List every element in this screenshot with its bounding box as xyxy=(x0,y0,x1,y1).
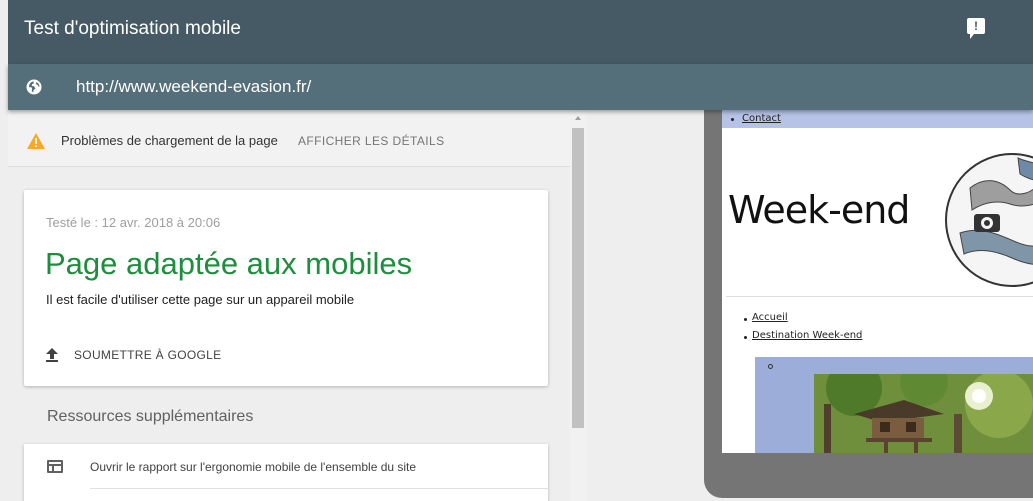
preview-nav-destination[interactable]: Destination Week-end xyxy=(752,330,862,341)
phone-screen[interactable]: Contact Week-end Accueil Destination Wee… xyxy=(722,110,1033,453)
test-timestamp: Testé le : 12 avr. 2018 à 20:06 xyxy=(46,215,221,230)
results-panel: Problèmes de chargement de la page AFFIC… xyxy=(8,110,586,501)
preview-nav-top: Contact xyxy=(722,110,1033,128)
upload-icon xyxy=(46,348,60,362)
mobile-preview-panel: Contact Week-end Accueil Destination Wee… xyxy=(586,110,1033,501)
report-icon xyxy=(47,460,63,473)
treehouse-photo xyxy=(814,374,1033,453)
show-details-link[interactable]: AFFICHER LES DÉTAILS xyxy=(298,134,444,148)
site-logo-globe-icon xyxy=(945,153,1033,287)
resource-item-mobile-usability-report[interactable]: Ouvrir le rapport sur l'ergonomie mobile… xyxy=(90,460,416,474)
app-title: Test d'optimisation mobile xyxy=(24,18,241,39)
globe-icon xyxy=(26,79,42,95)
feedback-icon[interactable]: ! xyxy=(967,18,985,39)
resources-list: Ouvrir le rapport sur l'ergonomie mobile… xyxy=(24,444,548,501)
warning-text: Problèmes de chargement de la page xyxy=(61,133,278,148)
url-bar: http://www.weekend-evasion.fr/ xyxy=(8,64,1033,110)
result-description: Il est facile d'utiliser cette page sur … xyxy=(46,292,355,307)
divider xyxy=(90,488,548,489)
resources-heading: Ressources supplémentaires xyxy=(47,408,254,425)
scroll-thumb[interactable] xyxy=(572,128,584,428)
result-title: Page adaptée aux mobiles xyxy=(45,246,413,281)
preview-nav-accueil[interactable]: Accueil xyxy=(752,312,788,323)
warning-icon xyxy=(27,133,45,149)
preview-nav-contact[interactable]: Contact xyxy=(742,113,781,124)
mobile-friendly-test-app: Test d'optimisation mobile ! http://www.… xyxy=(0,0,1033,501)
tested-url[interactable]: http://www.weekend-evasion.fr/ xyxy=(76,77,311,97)
result-card: Testé le : 12 avr. 2018 à 20:06 Page ada… xyxy=(24,190,548,386)
scroll-up-arrow-icon[interactable] xyxy=(575,116,581,120)
submit-to-google-button[interactable]: SOUMETTRE À GOOGLE xyxy=(46,345,221,365)
scrollbar[interactable] xyxy=(570,110,586,501)
preview-site-title: Week-end xyxy=(728,188,910,232)
page-loading-warning: Problèmes de chargement de la page AFFIC… xyxy=(8,110,570,167)
header-bar: Test d'optimisation mobile ! xyxy=(8,0,1033,64)
preview-circle-bullet xyxy=(768,364,773,369)
submit-label: SOUMETTRE À GOOGLE xyxy=(74,348,222,362)
preview-separator xyxy=(726,296,1033,297)
